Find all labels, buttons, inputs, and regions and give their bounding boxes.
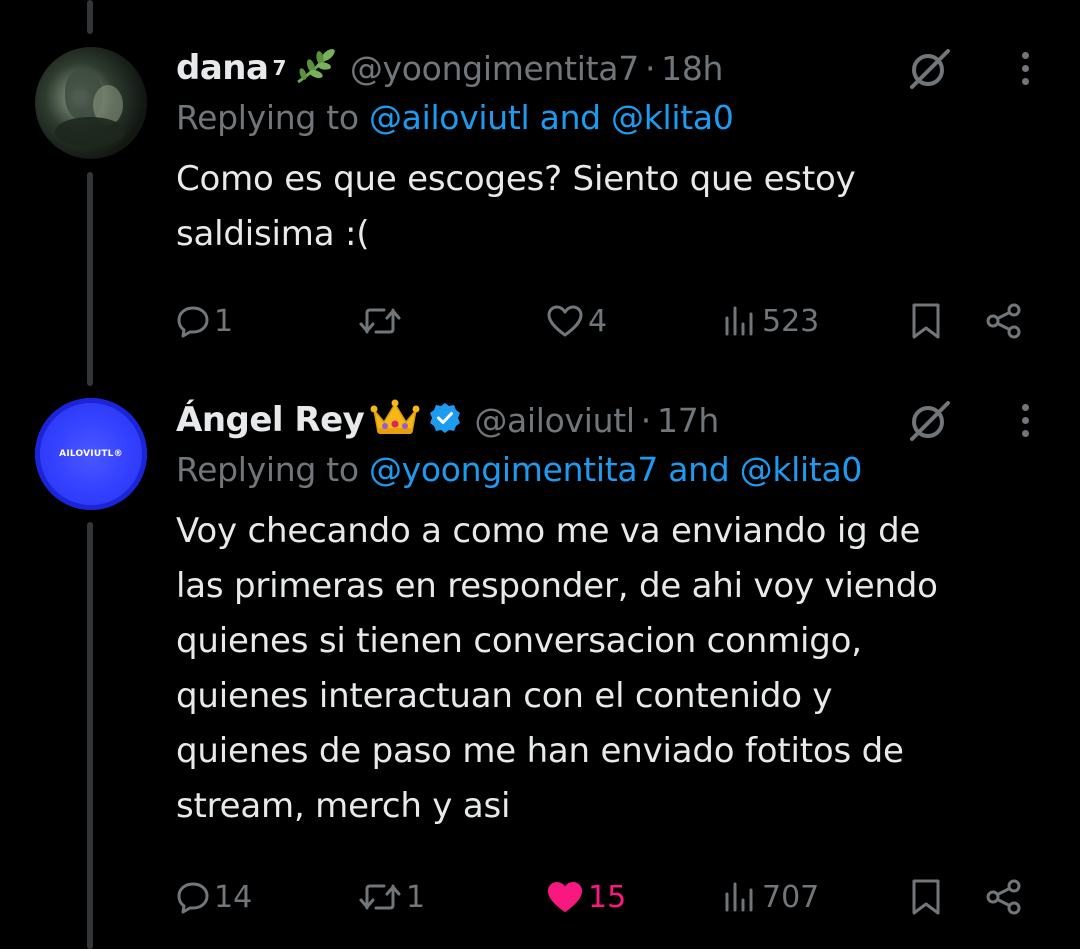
grok-icon[interactable] (906, 401, 952, 441)
timestamp[interactable]: 18h (661, 49, 723, 88)
thread-line-middle (87, 172, 93, 386)
reply-button[interactable]: 14 (176, 872, 252, 922)
timestamp[interactable]: 17h (657, 401, 719, 440)
dot-separator: · (640, 400, 652, 440)
views-icon (725, 306, 753, 336)
display-name[interactable]: dana (176, 48, 269, 88)
replying-prefix: Replying to (176, 450, 359, 489)
views-count: 523 (762, 303, 820, 339)
views-button[interactable]: 707 (722, 872, 819, 922)
replying-and: and (668, 450, 730, 489)
more-icon[interactable] (1022, 52, 1030, 86)
like-button[interactable]: 4 (546, 296, 607, 346)
replying-to: Replying to @yoongimentita7 and @klita0 (176, 450, 1056, 494)
tweet-text-line: Como es que escoges? Siento que estoy (176, 159, 856, 199)
views-icon (725, 882, 753, 912)
share-button[interactable] (984, 872, 1024, 922)
reply-count: 14 (214, 879, 253, 915)
avatar-angel-rey[interactable]: AILOVIUTL® (35, 398, 147, 510)
avatar-dana[interactable] (35, 47, 147, 159)
tweet-text: Voy checando a como me va enviando ig de… (176, 504, 1056, 834)
reply-count: 1 (214, 303, 234, 339)
avatar-brand-text: AILOVIUTL® (59, 449, 123, 459)
tweet-text-line: quienes si tienen conversacion conmigo, (176, 621, 862, 661)
more-icon[interactable] (1022, 404, 1030, 438)
reply-icon (177, 306, 209, 338)
tweet-text-line: Voy checando a como me va enviando ig de (176, 511, 921, 551)
display-name[interactable]: Ángel Rey (176, 400, 365, 440)
reply-icon (177, 882, 209, 914)
repost-count: 1 (406, 879, 426, 915)
dot-separator: · (644, 48, 656, 88)
handle[interactable]: @yoongimentita7 (350, 49, 639, 88)
name-superscript: 7 (272, 56, 286, 80)
repost-button[interactable] (358, 296, 406, 346)
replying-prefix: Replying to (176, 98, 359, 137)
mention-link[interactable]: @yoongimentita7 (369, 450, 658, 489)
mention-link[interactable]: @klita0 (611, 98, 734, 137)
crown-emoji-icon (370, 398, 420, 442)
tweet-text: Como es que escoges? Siento que estoy sa… (176, 152, 1056, 262)
tweet-text-line: stream, merch y asi (176, 786, 511, 826)
share-icon (986, 303, 1021, 339)
repost-icon (359, 884, 401, 910)
like-icon (548, 882, 582, 912)
replying-to: Replying to @ailoviutl and @klita0 (176, 98, 1056, 142)
tweet-text-line: quienes de paso me han enviado fotitos d… (176, 731, 904, 771)
tweet-text-line: las primeras en responder, de ahi voy vi… (176, 566, 938, 606)
tweet-text-line: quienes interactuan con el contenido y (176, 676, 833, 716)
thread-line-top (87, 0, 93, 34)
like-button[interactable]: 15 (546, 872, 626, 922)
views-count: 707 (762, 879, 820, 915)
bookmark-icon (912, 303, 940, 339)
bookmark-button[interactable] (909, 872, 943, 922)
mention-link[interactable]: @klita0 (740, 450, 863, 489)
mention-link[interactable]: @ailoviutl (369, 98, 530, 137)
tweet-header: dana 7 @yoongimentita7 · 18h (176, 46, 1056, 90)
bookmark-icon (912, 879, 940, 915)
verified-badge-icon[interactable] (428, 401, 462, 439)
repost-icon (359, 308, 401, 334)
grok-icon[interactable] (906, 49, 952, 89)
action-bar: 1 4 523 (176, 296, 1056, 346)
like-count: 4 (588, 303, 608, 339)
reply-button[interactable]: 1 (176, 296, 233, 346)
views-button[interactable]: 523 (722, 296, 819, 346)
tweet-header: Ángel Rey @ailoviutl · 17h (176, 398, 1056, 442)
action-bar: 14 1 15 707 (176, 872, 1056, 922)
like-icon (547, 305, 583, 337)
herb-emoji-icon (294, 46, 340, 90)
share-icon (986, 879, 1021, 915)
tweet-dana[interactable]: dana7 @yoongimentita7 · 18h Replying to (176, 46, 1056, 339)
handle[interactable]: @ailoviutl (474, 401, 635, 440)
tweet-text-line: saldisima :( (176, 214, 370, 254)
repost-button[interactable]: 1 (358, 872, 425, 922)
replying-and: and (539, 98, 601, 137)
bookmark-button[interactable] (909, 296, 943, 346)
tweet-angel-rey[interactable]: Ángel Rey @ailoviutl · 17h Replying to @… (176, 398, 1056, 915)
share-button[interactable] (984, 296, 1024, 346)
like-count: 15 (588, 879, 627, 915)
thread-line-bottom (87, 522, 93, 949)
